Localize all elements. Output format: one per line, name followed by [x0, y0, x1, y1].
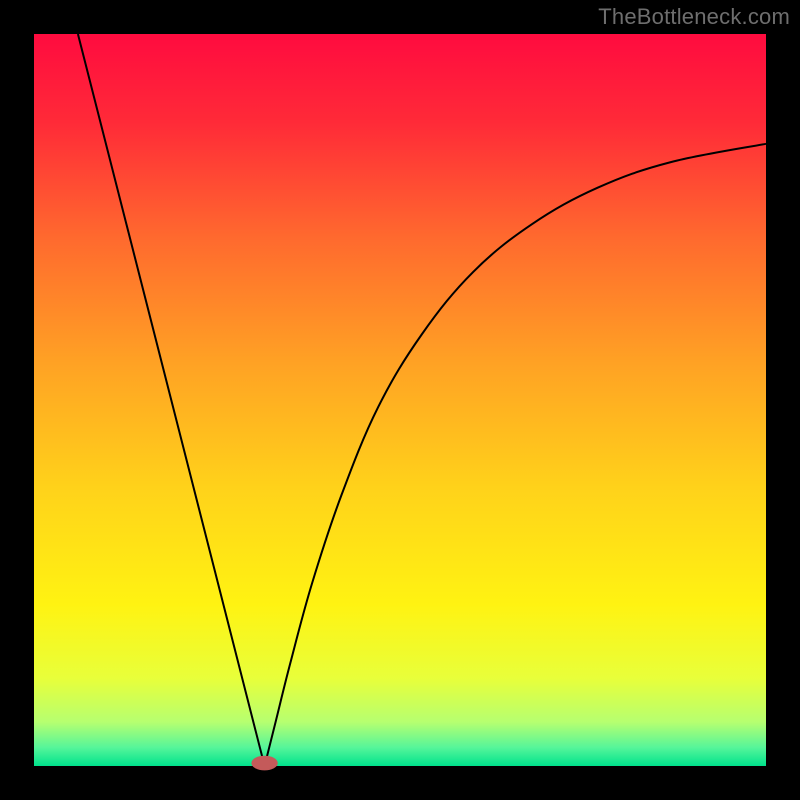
bottleneck-chart: [0, 0, 800, 800]
chart-gradient-background: [34, 34, 766, 766]
chart-container: TheBottleneck.com: [0, 0, 800, 800]
watermark-text: TheBottleneck.com: [598, 4, 790, 30]
minimum-marker: [251, 756, 277, 771]
